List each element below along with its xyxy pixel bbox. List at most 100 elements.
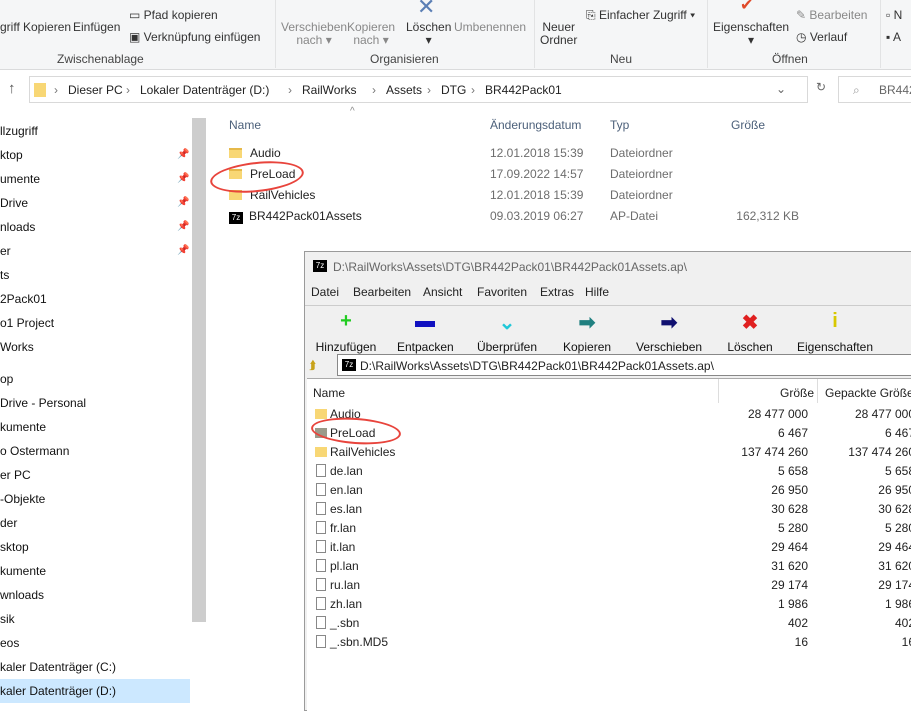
search-box[interactable]: ⌕ BR442 [838,76,911,103]
history-button[interactable]: ◷ Verlauf [796,31,847,44]
breadcrumb-separator[interactable]: › [126,83,130,97]
zugriff-button[interactable]: griff [0,21,20,34]
move-to-button[interactable]: Verschieben nach ▾ [281,21,347,47]
zip-path-field[interactable]: 7z D:\RailWorks\Assets\DTG\BR442Pack01\B… [337,354,911,376]
sidebar-item[interactable]: op [0,367,190,391]
pin-icon[interactable]: 📌 [177,143,189,167]
dropdown-icon[interactable]: ⌄ [776,82,786,96]
copy-to-button[interactable]: Kopieren nach ▾ [347,21,395,47]
zip-row[interactable]: ru.lan 29 174 29 174 [315,576,911,595]
breadcrumb-item[interactable]: Assets [386,83,422,97]
menu-hilfe[interactable]: Hilfe [585,285,609,299]
sidebar-item[interactable]: ktop 📌 [0,143,190,167]
new-folder-button[interactable]: Neuer Ordner [540,21,577,47]
zip-row[interactable]: RailVehicles 137 474 260 137 474 260 [315,443,911,462]
menu-ansicht[interactable]: Ansicht [423,285,462,299]
breadcrumb-separator[interactable]: › [288,83,292,97]
zip-row[interactable]: _.sbn 402 402 [315,614,911,633]
sidebar-item[interactable]: Works [0,335,190,359]
breadcrumb-separator[interactable]: › [471,83,475,97]
zip-packed: 26 950 [878,483,911,497]
file-row[interactable]: Audio 12.01.2018 15:39 Dateiordner [229,143,799,164]
up-folder-icon[interactable]: ⮭ [309,358,316,373]
sidebar-item[interactable]: er PC [0,463,190,487]
paste-shortcut-button[interactable]: ▣ Verknüpfung einfügen [129,31,260,44]
sidebar-item[interactable]: kaler Datenträger (C:) [0,655,190,679]
copy-button[interactable]: Kopieren [23,21,71,34]
properties-button[interactable]: Eigenschaften ▾ [713,21,789,47]
sidebar-item[interactable]: 2Pack01 [0,287,190,311]
zip-row[interactable]: _.sbn.MD5 16 16 [315,633,911,652]
zip-col-size[interactable]: Größe [780,386,814,400]
breadcrumb-item[interactable]: BR442Pack01 [485,83,562,97]
menu-datei[interactable]: Datei [311,285,339,299]
sidebar-item[interactable]: ts [0,263,190,287]
sidebar-item[interactable]: Drive - Personal [0,391,190,415]
sidebar-item-label: kumente [0,564,47,578]
zip-row[interactable]: de.lan 5 658 5 658 [315,462,911,481]
col-type[interactable]: Typ [610,118,629,132]
menu-favoriten[interactable]: Favoriten [477,285,527,299]
zip-row[interactable]: PreLoad 6 467 6 467 [315,424,911,443]
sidebar-item[interactable]: nloads 📌 [0,215,190,239]
zip-row[interactable]: Audio 28 477 000 28 477 000 [315,405,911,424]
file-row[interactable]: RailVehicles 12.01.2018 15:39 Dateiordner [229,185,799,206]
sidebar-scrollbar[interactable] [192,118,206,622]
file-row[interactable]: 7z BR442Pack01Assets 09.03.2019 06:27 AP-Da… [229,206,799,227]
pin-icon[interactable]: 📌 [177,215,189,239]
pin-icon[interactable]: 📌 [177,191,189,215]
select-none-button[interactable]: ▫ N [886,9,902,22]
zip-col-name[interactable]: Name [313,386,345,400]
sidebar-item[interactable]: umente 📌 [0,167,190,191]
zip-row[interactable]: it.lan 29 464 29 464 [315,538,911,557]
sidebar-item[interactable]: o1 Project [0,311,190,335]
pin-icon[interactable]: 📌 [177,239,189,263]
col-name[interactable]: Name [229,118,261,132]
edit-button[interactable]: ✎ Bearbeiten [796,9,867,22]
delete-button[interactable]: Löschen ▾ [406,21,451,47]
zip-row[interactable]: pl.lan 31 620 31 620 [315,557,911,576]
menu-extras[interactable]: Extras [540,285,574,299]
sidebar-item[interactable]: sktop [0,535,190,559]
breadcrumb-item[interactable]: Lokaler Datenträger (D:) [140,83,269,97]
breadcrumb-item[interactable]: Dieser PC [68,83,123,97]
up-arrow-icon[interactable]: ↑ [8,80,16,97]
sidebar-item[interactable]: eos [0,631,190,655]
breadcrumb-separator[interactable]: › [54,83,58,97]
zip-row[interactable]: zh.lan 1 986 1 986 [315,595,911,614]
easy-access-button[interactable]: ⎘ Einfacher Zugriff ▾ [586,9,695,22]
sidebar-item[interactable]: sik [0,607,190,631]
group-label: Neu [610,52,633,66]
zip-col-packed[interactable]: Gepackte Größe [825,386,911,400]
menu-bearbeiten[interactable]: Bearbeiten [353,285,411,299]
pin-icon[interactable]: 📌 [177,167,189,191]
zip-row[interactable]: en.lan 26 950 26 950 [315,481,911,500]
sidebar-item[interactable]: kaler Datenträger (D:) [0,679,190,703]
breadcrumb-item[interactable]: RailWorks [302,83,356,97]
copy-path-button[interactable]: ▭ Pfad kopieren [129,9,218,22]
col-date[interactable]: Änderungsdatum [490,118,581,132]
sidebar-item[interactable]: der [0,511,190,535]
sidebar-item[interactable]: -Objekte [0,487,190,511]
col-size[interactable]: Größe [731,118,765,132]
sidebar-item[interactable]: wnloads [0,583,190,607]
breadcrumb-separator[interactable]: › [372,83,376,97]
address-bar[interactable]: › Dieser PC › Lokaler Datenträger (D:) › Rail… [29,76,808,103]
zip-name: en.lan [330,483,363,497]
paste-button[interactable]: Einfügen [73,21,120,34]
sidebar-item[interactable]: kumente [0,559,190,583]
sidebar-item[interactable]: kumente [0,415,190,439]
select-all-button[interactable]: ▪ A [886,31,901,44]
sidebar-item[interactable]: er 📌 [0,239,190,263]
zip-row[interactable]: es.lan 30 628 30 628 [315,500,911,519]
breadcrumb-separator[interactable]: › [427,83,431,97]
zip-row[interactable]: fr.lan 5 280 5 280 [315,519,911,538]
file-name: BR442Pack01Assets [249,209,362,223]
breadcrumb-item[interactable]: DTG [441,83,466,97]
file-row[interactable]: PreLoad 17.09.2022 14:57 Dateiordner [229,164,799,185]
sidebar-item[interactable]: o Ostermann [0,439,190,463]
rename-button[interactable]: Umbenennen [454,21,526,34]
sidebar-item[interactable]: llzugriff [0,119,190,143]
refresh-icon[interactable]: ↻ [816,80,826,94]
sidebar-item[interactable]: Drive 📌 [0,191,190,215]
